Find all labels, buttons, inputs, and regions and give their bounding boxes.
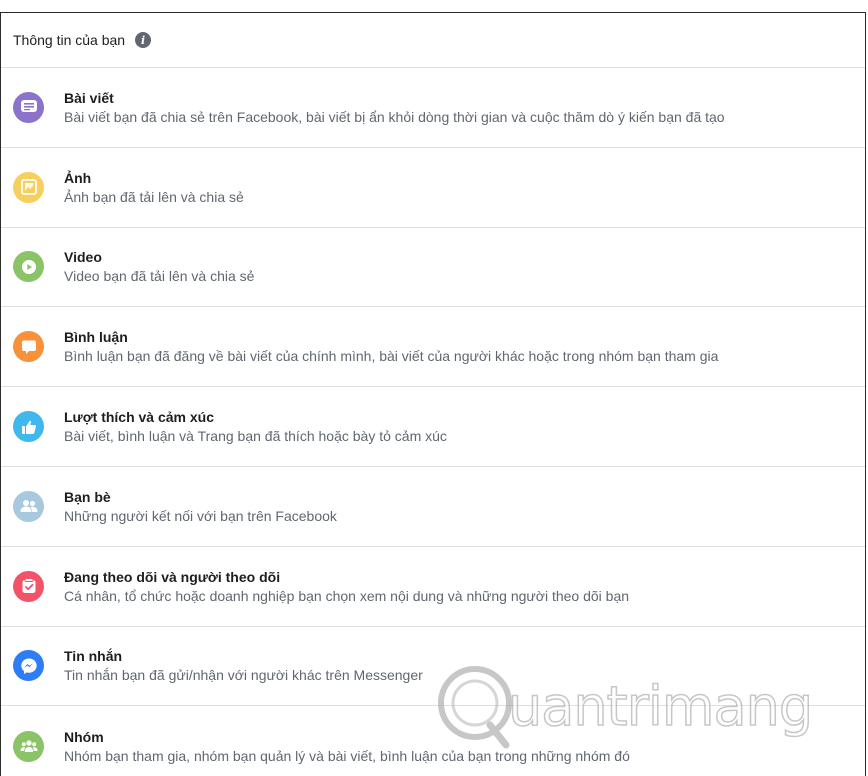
category-likes-reactions[interactable]: Lượt thích và cảm xúc Bài viết, bình luậ… <box>1 387 865 467</box>
category-groups[interactable]: Nhóm Nhóm bạn tham gia, nhóm bạn quản lý… <box>1 706 865 776</box>
messenger-icon <box>13 650 44 682</box>
category-title: Bài viết <box>64 89 114 106</box>
category-title: Đang theo dõi và người theo dõi <box>64 568 281 585</box>
info-icon[interactable]: i <box>135 32 152 48</box>
category-comments[interactable]: Bình luận Bình luận bạn đã đăng về bài v… <box>1 307 865 388</box>
category-posts[interactable]: Bài viết Bài viết bạn đã chia sẻ trên Fa… <box>1 68 865 148</box>
friends-icon <box>13 490 44 522</box>
category-description: Bài viết bạn đã chia sẻ trên Facebook, b… <box>64 108 725 125</box>
category-title: Bạn bè <box>64 488 111 505</box>
category-video[interactable]: Video Video bạn đã tải lên và chia sẻ <box>1 228 865 308</box>
category-friends[interactable]: Bạn bè Những người kết nối với bạn trên … <box>1 467 865 547</box>
category-title: Lượt thích và cảm xúc <box>64 409 215 426</box>
posts-icon <box>13 91 44 123</box>
category-description: Bình luận bạn đã đăng về bài viết của ch… <box>64 348 719 365</box>
category-messages[interactable]: Tin nhắn Tin nhắn bạn đã gửi/nhận với ng… <box>1 627 865 707</box>
video-icon <box>13 251 44 283</box>
category-description: Cá nhân, tổ chức hoặc doanh nghiệp bạn c… <box>64 587 630 604</box>
category-title: Bình luận <box>64 329 128 346</box>
panel-header: Thông tin của bạn i <box>1 13 865 68</box>
category-photos[interactable]: Ảnh Ảnh bạn đã tải lên và chia sẻ <box>1 148 865 228</box>
category-description: Những người kết nối với bạn trên Faceboo… <box>64 507 337 524</box>
category-following-followers[interactable]: Đang theo dõi và người theo dõi Cá nhân,… <box>1 547 865 627</box>
following-icon <box>13 570 44 602</box>
likes-icon <box>13 411 44 443</box>
photos-icon <box>13 171 44 203</box>
groups-icon <box>13 730 44 762</box>
category-description: Bài viết, bình luận và Trang bạn đã thíc… <box>64 428 447 445</box>
category-title: Video <box>64 249 102 266</box>
category-description: Nhóm bạn tham gia, nhóm bạn quản lý và b… <box>64 747 630 764</box>
category-description: Ảnh bạn đã tải lên và chia sẻ <box>64 188 244 205</box>
your-information-panel: Thông tin của bạn i Bài viết Bài viết bạ… <box>0 12 866 776</box>
category-title: Ảnh <box>64 169 92 186</box>
category-title: Tin nhắn <box>64 648 123 665</box>
info-category-list: Bài viết Bài viết bạn đã chia sẻ trên Fa… <box>1 68 865 776</box>
category-description: Tin nhắn bạn đã gửi/nhận với người khác … <box>64 667 423 684</box>
category-description: Video bạn đã tải lên và chia sẻ <box>64 268 255 285</box>
panel-title: Thông tin của bạn <box>13 32 126 48</box>
comments-icon <box>13 331 44 363</box>
category-title: Nhóm <box>64 728 104 745</box>
